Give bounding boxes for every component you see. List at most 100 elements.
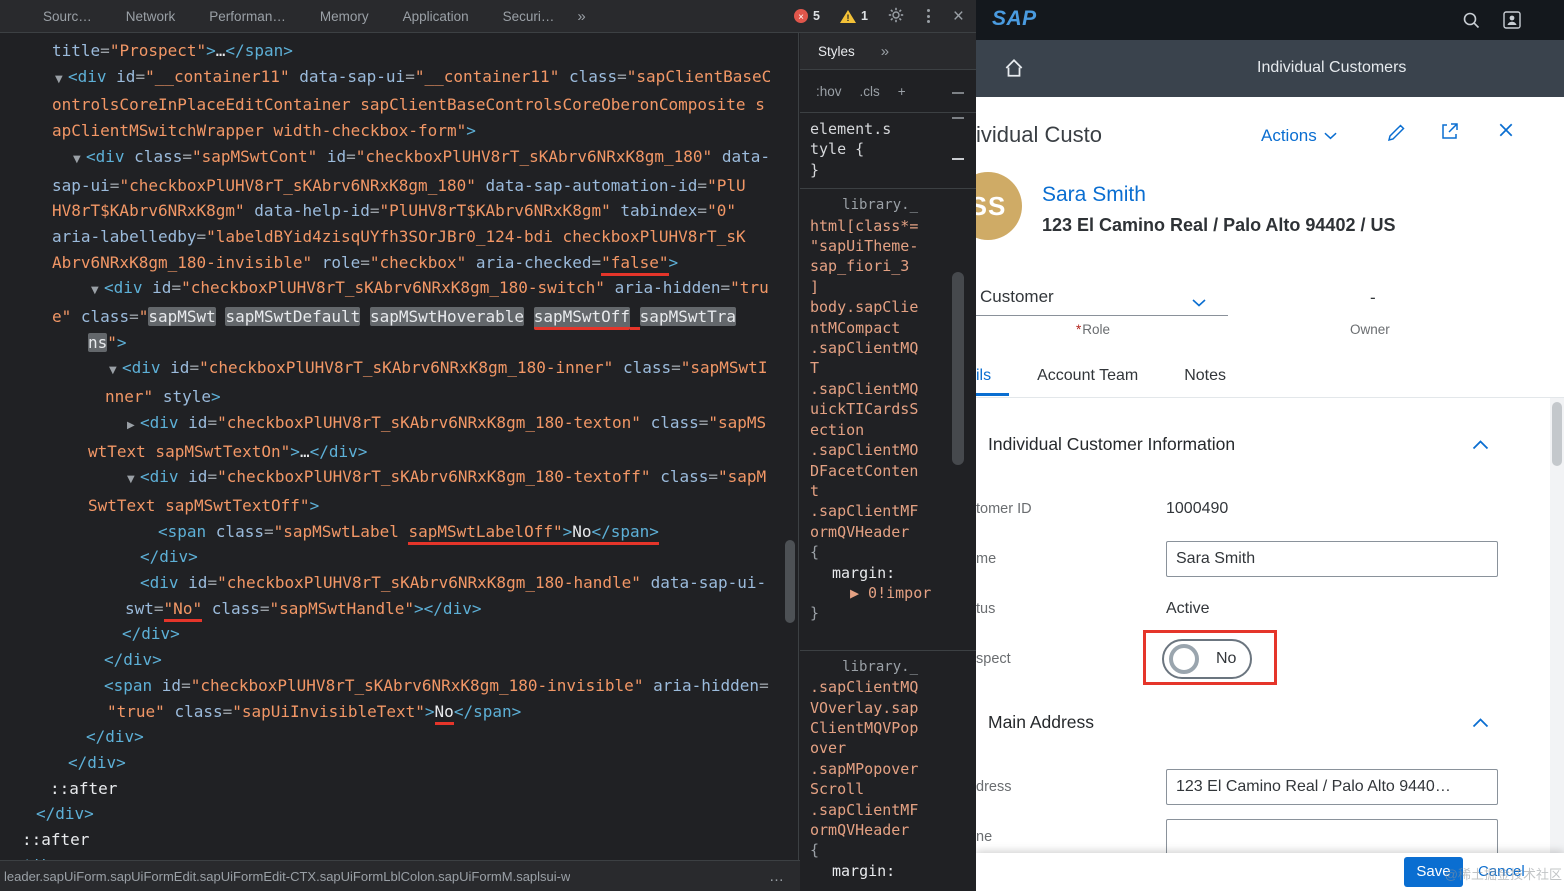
content-scrollbar-thumb[interactable] [1552,402,1562,466]
code-line[interactable]: ▶ <div id="checkboxPlUHV8rT_sKAbrv6NRxK8g… [0,410,798,439]
code-line[interactable]: "true" class="sapUiInvisibleText">No</sp… [0,699,798,725]
stylesheet-link[interactable]: library._ [800,657,976,677]
field-input[interactable]: Sara Smith [1166,541,1498,577]
css-line[interactable]: .sapClientMF [800,800,976,820]
css-line[interactable]: body.sapClie [800,297,976,317]
code-line[interactable]: SwtText sapMSwtTextOff"> [0,493,798,519]
css-line[interactable]: .sapMPopover [800,759,976,779]
code-line[interactable]: sap-ui="checkboxPlUHV8rT_sKAbrv6NRxK8gm_… [0,173,798,199]
code-line[interactable]: aria-labelledby="labeldBYid4zisqUYfh3SOr… [0,224,798,250]
devtools-tab-sourc[interactable]: Sourc… [26,9,109,24]
css-line[interactable]: "sapUiTheme- [800,236,976,256]
code-line[interactable]: ▼ <div id="__container11" data-sap-ui="__… [0,64,798,93]
devtools-tab-performan[interactable]: Performan… [192,9,303,24]
css-line[interactable]: .sapClientMO [800,440,976,460]
css-line[interactable]: margin: [800,861,976,881]
edit-pencil-icon[interactable] [1386,123,1406,148]
css-line[interactable]: { [800,840,976,860]
css-line[interactable]: ] [800,277,976,297]
devtools-tab-memory[interactable]: Memory [303,9,386,24]
code-line[interactable]: ▼ <div id="checkboxPlUHV8rT_sKAbrv6NRxK8g… [0,355,798,384]
toggle-hover-state[interactable]: :hov [816,84,842,99]
sidebar-more-tabs-icon[interactable]: » [881,43,889,60]
warning-badge[interactable]: ! 1 [839,9,868,23]
styles-scrollbar[interactable] [952,33,976,891]
css-line[interactable]: ormQVHeader [800,522,976,542]
devtools-tab-network[interactable]: Network [109,9,193,24]
code-line[interactable]: </div> [0,544,798,570]
code-line[interactable]: wtText sapMSwtTextOn">…</div> [0,439,798,465]
code-line[interactable]: ::after [0,776,798,802]
code-line[interactable]: HV8rT$KAbrv6NRxK8gm" data-help-id="PlUHV… [0,198,798,224]
code-line[interactable]: e" class="sapMSwt sapMSwtDefault sapMSwt… [0,304,798,331]
css-line[interactable]: ClientMQVPop [800,718,976,738]
code-line[interactable]: </div> [0,853,798,860]
devtools-close-icon[interactable]: × [953,7,964,26]
tab-ils[interactable]: ils [976,356,1010,396]
css-line[interactable]: ntMCompact [800,318,976,338]
css-line[interactable]: { [800,542,976,562]
css-line[interactable]: over [800,738,976,758]
role-select-value[interactable]: Customer [980,287,1054,307]
css-line[interactable]: } [800,160,976,180]
actions-button[interactable]: Actions [1261,126,1337,146]
devtools-tab-application[interactable]: Application [386,9,486,24]
css-line[interactable]: Scroll [800,779,976,799]
code-line[interactable]: title="Prospect">…</span> [0,38,798,64]
kebab-menu-icon[interactable] [924,9,933,23]
gear-icon[interactable] [888,7,904,26]
tab-account-team[interactable]: Account Team [1037,356,1138,396]
css-line[interactable]: t [800,481,976,501]
css-line[interactable]: T [800,358,976,378]
css-line[interactable]: uickTICardsS [800,399,976,419]
toggle-classes[interactable]: .cls [860,84,880,99]
share-icon[interactable] [1440,121,1460,146]
css-line[interactable]: DFacetConten [800,461,976,481]
css-line[interactable]: tyle { [800,139,976,159]
code-line[interactable]: <span class="sapMSwtLabel sapMSwtLabelOf… [0,519,798,545]
css-line[interactable]: ▶ 0!impor [800,583,976,603]
code-line[interactable]: </div> [0,801,798,827]
error-badge[interactable]: × 5 [793,9,820,23]
profile-icon[interactable] [1503,11,1521,34]
dom-breadcrumb[interactable]: leader.sapUiForm.sapUiFormEdit.sapUiForm… [4,869,570,884]
code-line[interactable]: apClientMSwitchWrapper width-checkbox-fo… [0,118,798,144]
code-line[interactable]: </div> [0,621,798,647]
code-line[interactable]: Abrv6NRxK8gm_180-invisible" role="checkb… [0,250,798,276]
tab-notes[interactable]: Notes [1184,356,1226,396]
css-line[interactable]: .sapClientMQ [800,379,976,399]
css-line[interactable]: .sapClientMQ [800,338,976,358]
css-line[interactable]: ection [800,420,976,440]
styles-scrollbar-thumb[interactable] [952,272,964,465]
code-line[interactable]: <div id="checkboxPlUHV8rT_sKAbrv6NRxK8gm… [0,570,798,596]
code-line[interactable]: </div> [0,724,798,750]
css-line[interactable]: html[class*= [800,216,976,236]
new-style-rule-icon[interactable]: + [898,84,906,99]
more-tabs-icon[interactable]: » [571,8,591,25]
code-line[interactable]: <span id="checkboxPlUHV8rT_sKAbrv6NRxK8g… [0,673,798,699]
field-input[interactable]: 123 El Camino Real / Palo Alto 9440… [1166,769,1498,805]
css-line[interactable]: sap_fiori_3 [800,256,976,276]
code-line[interactable]: </div> [0,750,798,776]
tab-styles[interactable]: Styles [818,44,855,59]
css-line[interactable]: .sapClientMF [800,501,976,521]
css-line[interactable]: VOverlay.sap [800,698,976,718]
css-line[interactable]: } [800,603,976,623]
content-scrollbar[interactable] [1550,398,1564,853]
collapse-chevron-up-icon[interactable] [1472,437,1489,455]
css-line[interactable]: ormQVHeader [800,820,976,840]
css-line[interactable]: .sapClientMQ [800,677,976,697]
code-line[interactable]: ontrolsCoreInPlaceEditContainer sapClien… [0,92,798,118]
stylesheet-link[interactable]: library._ [800,195,976,215]
devtools-tab-securi[interactable]: Securi… [486,9,572,24]
customer-name-link[interactable]: Sara Smith [1042,183,1146,207]
code-line[interactable]: </div> [0,647,798,673]
elements-scrollbar-thumb[interactable] [785,540,795,623]
code-line[interactable]: ▼ <div class="sapMSwtCont" id="checkboxPl… [0,144,798,173]
home-icon[interactable] [1003,57,1025,84]
close-icon[interactable] [1498,122,1514,143]
code-line[interactable]: ▼ <div id="checkboxPlUHV8rT_sKAbrv6NRxK8g… [0,464,798,493]
css-line[interactable]: element.s [800,119,976,139]
code-line[interactable]: swt="No" class="sapMSwtHandle"></div> [0,596,798,622]
breadcrumb-overflow-icon[interactable]: … [769,868,790,885]
